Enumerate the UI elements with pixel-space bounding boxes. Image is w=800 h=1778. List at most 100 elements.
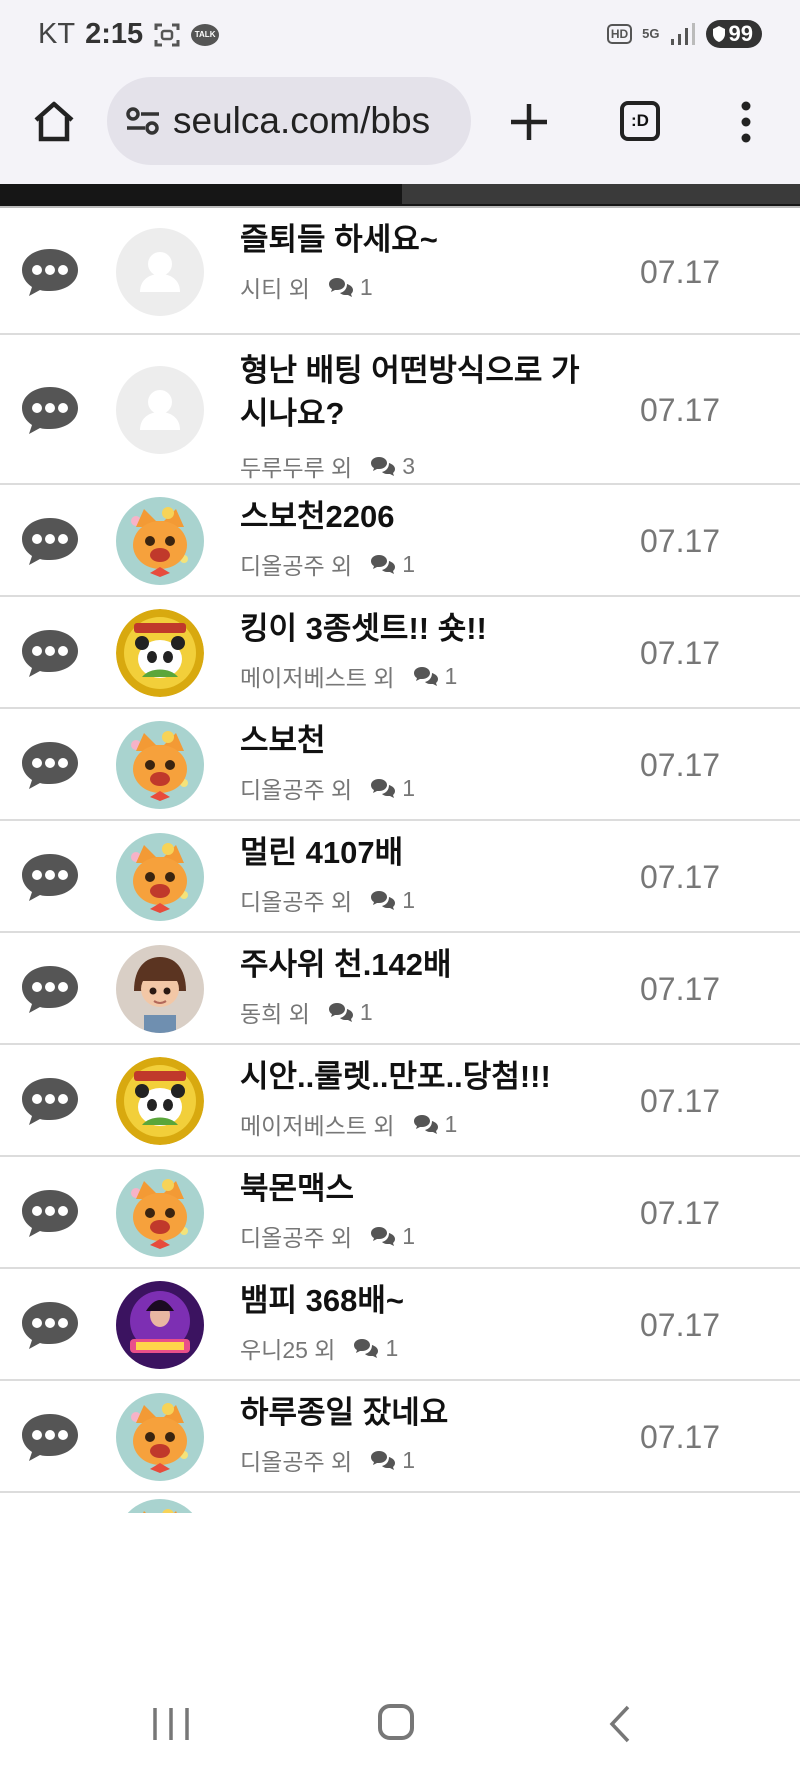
post-title[interactable]: 북몬맥스 [240, 1167, 600, 1210]
author-avatar[interactable] [116, 497, 204, 585]
author-avatar[interactable] [116, 1281, 204, 1369]
chat-bubble-icon [18, 738, 82, 792]
post-date: 07.17 [640, 1419, 721, 1455]
post-author[interactable]: 두루두루 외 [240, 449, 352, 483]
comment-count: 1 [402, 550, 415, 577]
post-date: 07.17 [640, 1195, 721, 1231]
post-title[interactable]: 시안..룰렛..만포..당첨!!! [240, 1055, 600, 1098]
author-avatar [116, 1499, 204, 1513]
site-settings-icon[interactable] [125, 106, 161, 136]
post-author[interactable]: 디올공주 외 [240, 1219, 352, 1253]
post-row[interactable]: 시안..룰렛..만포..당첨!!! 메이저베스트 외 1 07.17 [0, 1045, 800, 1157]
comments-icon [328, 1003, 353, 1022]
author-avatar[interactable] [116, 833, 204, 921]
board-tab-strip[interactable] [0, 184, 800, 208]
post-title[interactable]: 즐퇴들 하세요~ [240, 218, 600, 261]
post-title[interactable]: 뱀피 368배~ [240, 1279, 600, 1322]
author-avatar[interactable] [116, 1057, 204, 1145]
post-date: 07.17 [640, 635, 721, 671]
post-date: 07.17 [640, 392, 721, 428]
url-text[interactable]: seulca.com/bbs [173, 100, 430, 142]
post-row[interactable]: 하루종일 잤네요 디올공주 외 1 07.17 [0, 1381, 800, 1493]
post-row[interactable]: 즐퇴들 하세요~ 시티 외 1 07.17 [0, 208, 800, 335]
board-tab-inactive[interactable] [402, 184, 800, 204]
author-avatar[interactable] [116, 721, 204, 809]
post-date: 07.17 [640, 747, 721, 783]
carrier-label: KT [38, 18, 76, 50]
comments-icon [354, 1339, 379, 1358]
author-avatar[interactable] [116, 609, 204, 697]
post-title[interactable]: 멀린 4107배 [240, 831, 600, 874]
post-row[interactable]: 주사위 천.142배 동희 외 1 07.17 [0, 933, 800, 1045]
post-author[interactable]: 디올공주 외 [240, 1443, 352, 1477]
post-title[interactable]: 형난 배팅 어떤방식으로 가시나요? [240, 349, 600, 435]
screenshot-icon [154, 23, 180, 46]
post-row[interactable]: 스보천2206 디올공주 외 1 07.17 [0, 485, 800, 597]
more-menu-icon[interactable] [734, 98, 758, 146]
post-author[interactable]: 디올공주 외 [240, 547, 352, 581]
post-author[interactable]: 우니25 외 [240, 1331, 335, 1365]
post-meta: 디올공주 외 1 [240, 771, 415, 805]
chat-bubble-icon [18, 245, 82, 299]
author-avatar[interactable] [116, 1393, 204, 1481]
post-row[interactable]: 뱀피 368배~ 우니25 외 1 07.17 [0, 1269, 800, 1381]
post-title[interactable]: 스보천2206 [240, 495, 600, 538]
post-row[interactable]: 킹이 3종셋트!! 숏!! 메이저베스트 외 1 07.17 [0, 597, 800, 709]
post-row[interactable]: 형난 배팅 어떤방식으로 가시나요? 두루두루 외 3 07.17 [0, 335, 800, 485]
post-row[interactable]: 멀린 4107배 디올공주 외 1 07.17 [0, 821, 800, 933]
post-meta: 메이저베스트 외 1 [240, 1107, 457, 1141]
system-nav-bar [0, 1668, 800, 1778]
post-title[interactable]: 하루종일 잤네요 [240, 1391, 600, 1434]
comments-icon [371, 779, 396, 798]
post-row[interactable]: 북몬맥스디올공주 외 1 07.17 [0, 1157, 800, 1269]
battery-level: 99 [728, 21, 753, 46]
recent-apps-icon[interactable] [150, 1706, 192, 1742]
author-avatar[interactable] [116, 1169, 204, 1257]
address-bar[interactable]: seulca.com/bbs [107, 77, 471, 165]
post-author[interactable]: 메이저베스트 외 [240, 1107, 395, 1141]
post-author[interactable]: 디올공주 외 [240, 771, 352, 805]
post-author[interactable]: 시티 외 [240, 270, 310, 304]
chat-bubble-icon [18, 1186, 82, 1240]
comments-icon [413, 1115, 438, 1134]
comment-count: 1 [402, 774, 415, 801]
author-avatar[interactable] [116, 366, 204, 454]
chat-bubble-icon [18, 1298, 82, 1352]
post-title[interactable]: 주사위 천.142배 [240, 943, 600, 986]
home-icon[interactable] [30, 98, 78, 146]
network-5g-icon: 5G [642, 26, 660, 41]
chat-bubble-icon [18, 1410, 82, 1464]
comment-count: 1 [359, 998, 373, 1025]
post-meta: 동희 외 1 [240, 995, 373, 1029]
chat-bubble-icon [18, 383, 82, 437]
author-avatar[interactable] [116, 227, 204, 316]
comment-count: 1 [402, 1222, 415, 1249]
post-row-partial[interactable] [0, 1493, 800, 1513]
status-bar: KT 2:15 TALK HD 5G 99 [0, 0, 800, 72]
post-author[interactable]: 디올공주 외 [240, 883, 352, 917]
kakaotalk-icon: TALK [191, 23, 220, 46]
hd-voice-icon: HD [606, 24, 633, 44]
post-meta: 디올공주 외 1 [240, 883, 415, 917]
comment-count: 1 [444, 1110, 458, 1137]
post-author[interactable]: 동희 외 [240, 995, 310, 1029]
new-tab-icon[interactable] [505, 98, 553, 146]
comments-icon [371, 555, 396, 574]
post-author[interactable]: 메이저베스트 외 [240, 659, 395, 693]
chat-bubble-icon [18, 962, 82, 1016]
post-meta: 두루두루 외 3 [240, 449, 415, 483]
post-date: 07.17 [640, 1083, 721, 1119]
comments-icon [371, 891, 396, 910]
home-nav-button[interactable] [378, 1704, 414, 1740]
post-date: 07.17 [640, 253, 721, 290]
tab-switcher-button[interactable]: :D [620, 101, 660, 141]
author-avatar[interactable] [116, 945, 204, 1033]
post-title[interactable]: 킹이 3종셋트!! 숏!! [240, 607, 600, 650]
post-list: 즐퇴들 하세요~ 시티 외 1 07.17 형난 배팅 어떤방식으로 가시나요? 두루두루… [0, 208, 800, 1513]
chat-bubble-icon [18, 1074, 82, 1128]
comment-count: 1 [444, 662, 458, 689]
back-icon[interactable] [608, 1704, 632, 1744]
post-row[interactable]: 스보천디올공주 외 1 07.17 [0, 709, 800, 821]
post-date: 07.17 [640, 523, 721, 559]
post-title[interactable]: 스보천 [240, 719, 600, 762]
